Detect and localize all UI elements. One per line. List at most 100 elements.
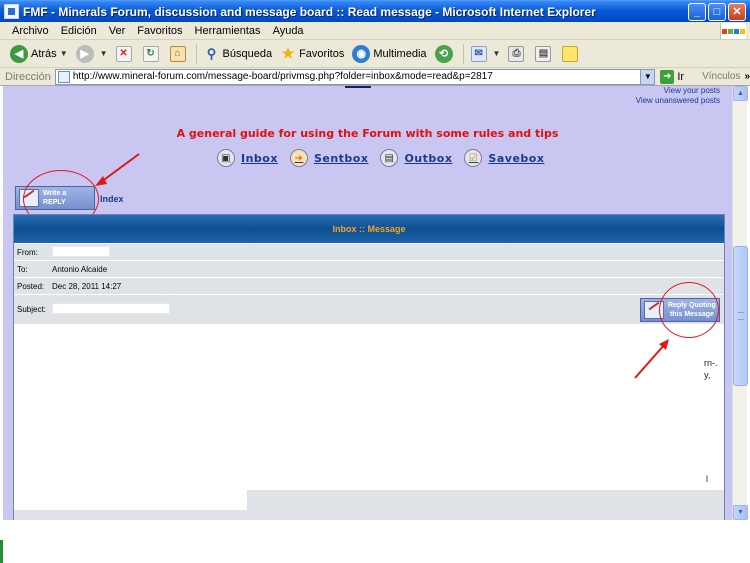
outbox-icon: ▤: [380, 149, 399, 167]
nav-outbox[interactable]: ▤ Outbox: [380, 149, 452, 167]
nav-sentbox[interactable]: ➜ Sentbox: [289, 149, 369, 167]
nav-outbox-label: Outbox: [404, 151, 453, 165]
menu-favoritos[interactable]: Favoritos: [131, 25, 188, 37]
page-viewport: View your posts View unanswered posts A …: [3, 86, 732, 520]
message-table: Inbox :: Message From: To: Antonio Alcai…: [13, 214, 725, 520]
stop-button[interactable]: ✕: [112, 42, 139, 66]
subject-label: Subject:: [17, 305, 46, 314]
page-icon: [57, 70, 70, 83]
refresh-button[interactable]: ↻: [139, 42, 166, 66]
screen-bottom-area: [0, 520, 750, 563]
to-row: To: Antonio Alcaide: [14, 260, 724, 277]
top-links: View your posts View unanswered posts: [636, 86, 720, 106]
ie-page-icon: [4, 4, 19, 19]
back-button[interactable]: ◀ Atrás ▼: [6, 42, 72, 66]
text-fragment: y,: [704, 370, 711, 380]
go-button[interactable]: ➜ Ir: [660, 69, 685, 84]
from-value: [50, 245, 110, 259]
index-link[interactable]: Index: [100, 194, 124, 204]
stop-icon: ✕: [115, 45, 132, 62]
window-titlebar: FMF - Minerals Forum, discussion and mes…: [0, 0, 750, 22]
address-dropdown-icon[interactable]: ▼: [640, 69, 655, 84]
home-icon: ⌂: [169, 45, 186, 62]
search-label: Búsqueda: [222, 47, 273, 60]
notes-button[interactable]: [558, 42, 585, 66]
posted-label: Posted:: [17, 281, 45, 291]
annotation-arrow: [95, 153, 140, 186]
sentbox-icon: ➜: [289, 149, 308, 167]
posted-value: Dec 28, 2011 14:27: [52, 281, 122, 291]
back-dropdown-icon[interactable]: ▼: [60, 49, 68, 58]
from-row: From:: [14, 243, 724, 260]
scroll-down-icon[interactable]: ▼: [733, 505, 748, 520]
posted-row: Posted: Dec 28, 2011 14:27: [14, 277, 724, 294]
mail-dropdown-icon[interactable]: ▼: [493, 49, 501, 58]
inbox-icon: ▣: [217, 149, 235, 167]
view-your-posts-link[interactable]: View your posts: [636, 86, 720, 96]
text-fragment: rn-.: [704, 358, 718, 368]
pm-folder-nav: ▣ Inbox ➜ Sentbox ▤ Outbox ☑ Savebox: [217, 149, 544, 167]
from-label: From:: [17, 247, 38, 257]
media-label: Multimedia: [373, 47, 427, 60]
forward-dropdown-icon[interactable]: ▼: [100, 49, 108, 58]
edit-button[interactable]: ▤: [531, 42, 558, 66]
scroll-thumb[interactable]: [733, 246, 748, 386]
links-label: Vínculos: [702, 71, 741, 82]
view-unanswered-posts-link[interactable]: View unanswered posts: [636, 96, 720, 106]
window-title: FMF - Minerals Forum, discussion and mes…: [23, 4, 596, 19]
toolbar: ◀ Atrás ▼ ▶ ▼ ✕ ↻ ⌂ ⚲ Búsqueda ★ Favorit…: [0, 40, 750, 68]
annotation-arrow: [634, 339, 669, 379]
note-icon: [562, 45, 579, 62]
address-bar: Dirección http://www.mineral-forum.com/m…: [0, 68, 750, 86]
maximize-button[interactable]: □: [708, 3, 726, 21]
to-label: To:: [17, 264, 28, 274]
mail-button[interactable]: ✉ ▼: [467, 42, 505, 66]
nav-inbox-label: Inbox: [241, 151, 278, 165]
close-button[interactable]: ✕: [728, 3, 746, 21]
links-chevron-icon: »: [744, 71, 750, 82]
message-header: Inbox :: Message: [14, 215, 724, 243]
star-icon: ★: [281, 45, 295, 61]
nav-savebox[interactable]: ☑ Savebox: [464, 149, 544, 167]
address-label: Dirección: [5, 70, 51, 83]
address-url: http://www.mineral-forum.com/message-boa…: [72, 71, 493, 82]
menu-ayuda[interactable]: Ayuda: [267, 25, 310, 37]
favorites-button[interactable]: ★ Favoritos: [276, 42, 348, 66]
vertical-scrollbar[interactable]: ▲ ▼: [732, 86, 748, 520]
search-button[interactable]: ⚲ Búsqueda: [200, 42, 277, 66]
media-button[interactable]: ◉ Multimedia: [348, 42, 430, 66]
menu-archivo[interactable]: Archivo: [6, 25, 55, 37]
print-icon: ⎙: [508, 45, 525, 62]
search-icon: ⚲: [206, 45, 217, 61]
menu-edicion[interactable]: Edición: [55, 25, 103, 37]
nav-savebox-label: Savebox: [488, 151, 545, 165]
toolbar-separator: [462, 43, 464, 64]
home-button[interactable]: ⌂: [166, 42, 193, 66]
back-label: Atrás: [31, 47, 57, 60]
nav-sentbox-label: Sentbox: [313, 151, 369, 165]
forum-guide-link[interactable]: A general guide for using the Forum with…: [3, 127, 732, 140]
redacted-sender: [52, 245, 110, 257]
forward-button[interactable]: ▶ ▼: [72, 42, 112, 66]
nav-inbox[interactable]: ▣ Inbox: [217, 149, 278, 167]
history-button[interactable]: ⟲: [431, 42, 460, 66]
edit-page-icon: ▤: [535, 45, 552, 62]
scroll-up-icon[interactable]: ▲: [733, 86, 748, 101]
cut-off-link: [345, 86, 371, 88]
mail-icon: ✉: [470, 45, 487, 62]
links-bar[interactable]: Vínculos»: [702, 71, 750, 82]
menu-herramientas[interactable]: Herramientas: [189, 25, 267, 37]
address-input[interactable]: http://www.mineral-forum.com/message-boa…: [54, 68, 656, 85]
savebox-icon: ☑: [464, 149, 483, 167]
message-body: rn-. y, l: [14, 324, 724, 520]
toolbar-separator: [195, 43, 197, 64]
minimize-button[interactable]: _: [688, 3, 706, 21]
window-controls: _ □ ✕: [688, 3, 746, 21]
go-label: Ir: [677, 70, 685, 83]
redacted-signature: [14, 490, 247, 510]
to-value: Antonio Alcaide: [52, 264, 108, 274]
back-arrow-icon: ◀: [10, 44, 28, 63]
menu-ver[interactable]: Ver: [103, 25, 132, 37]
go-arrow-icon: ➜: [660, 69, 675, 84]
print-button[interactable]: ⎙: [504, 42, 531, 66]
